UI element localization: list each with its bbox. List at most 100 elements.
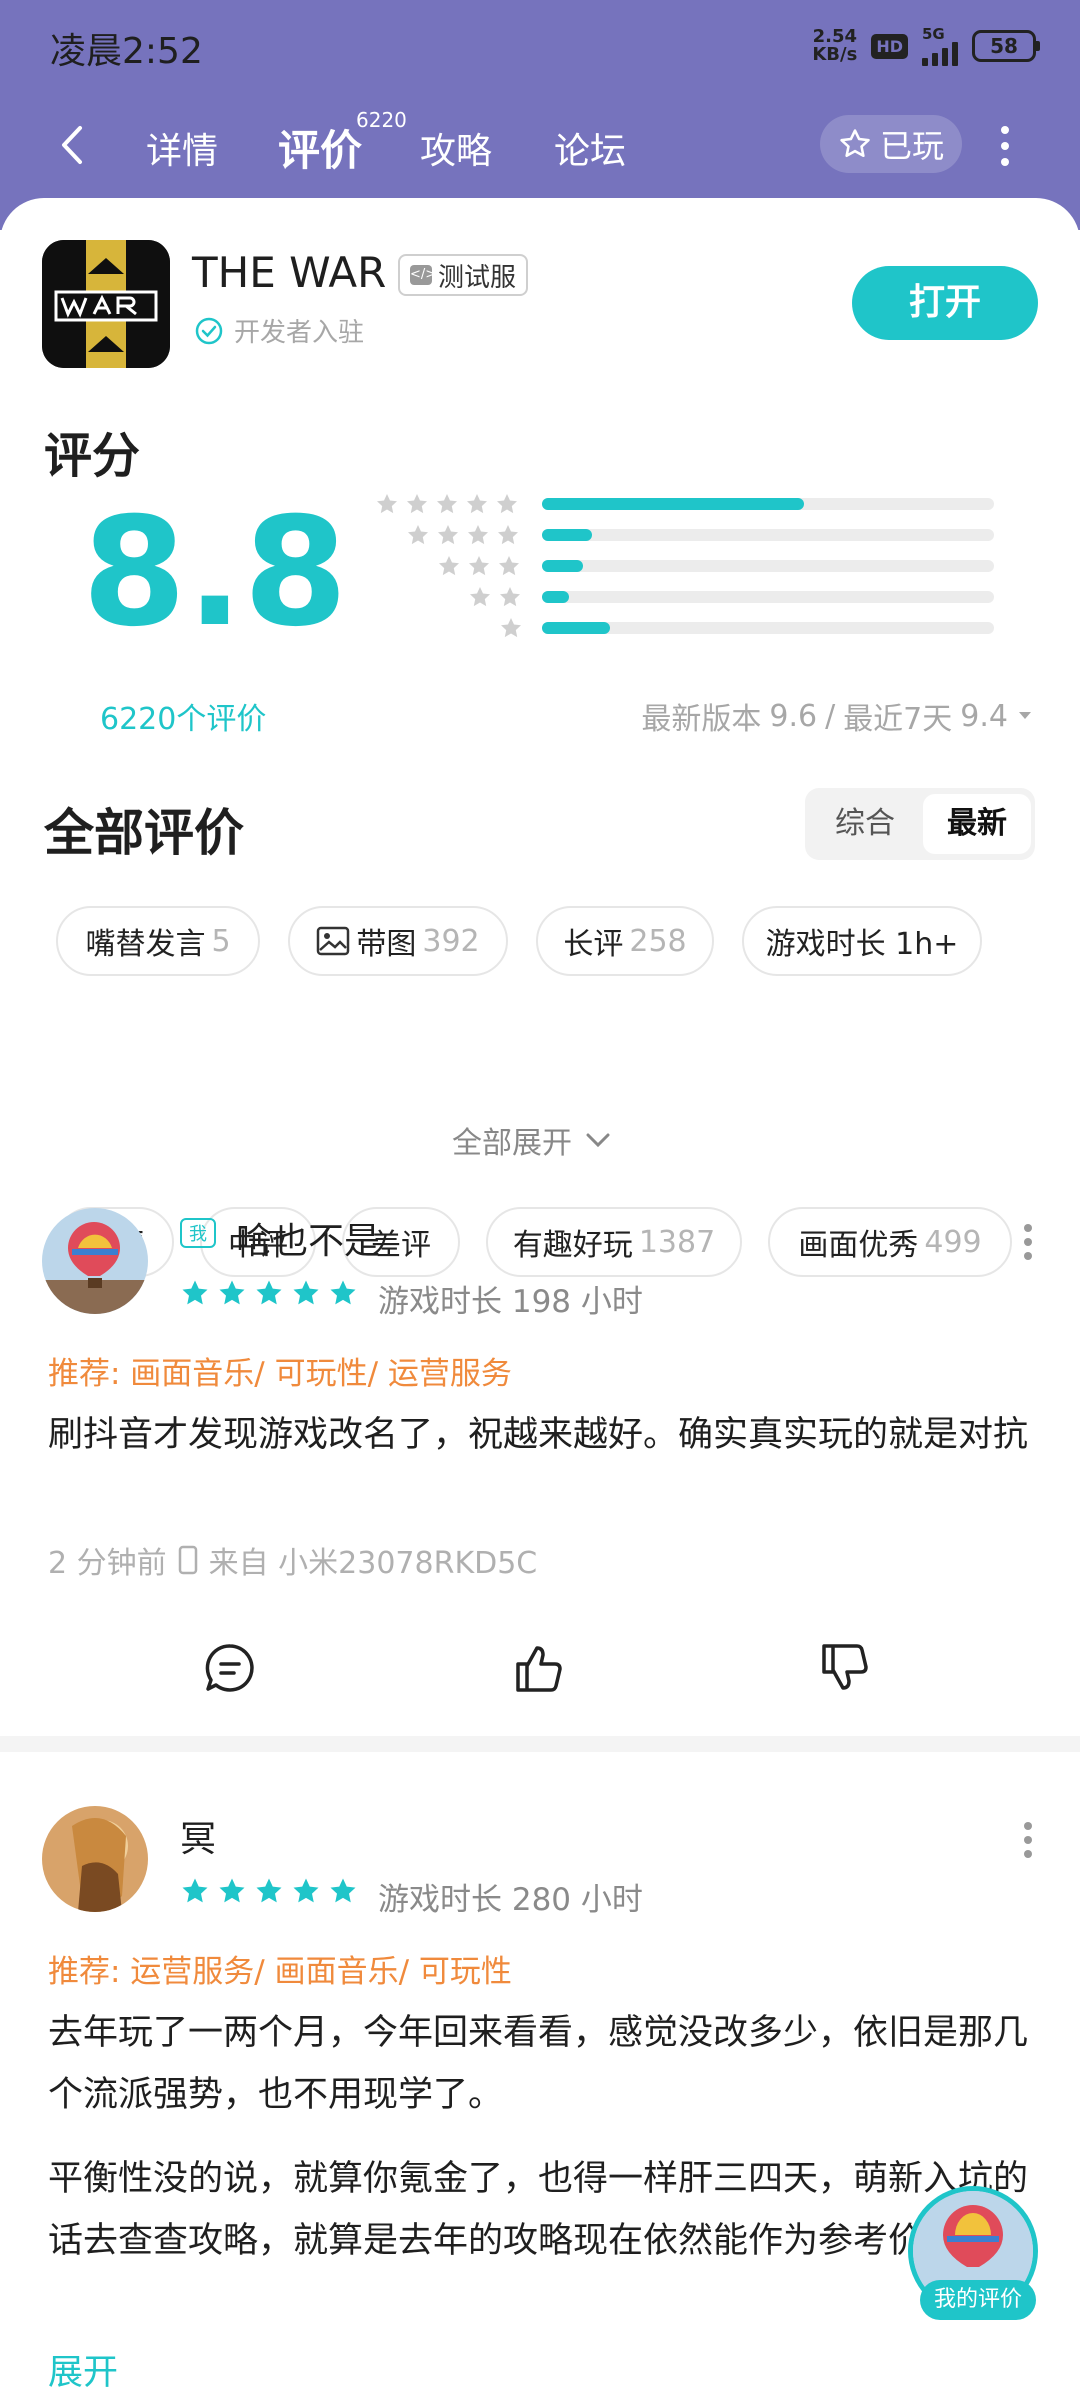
rating-title: 评分 bbox=[44, 428, 141, 484]
star-icon bbox=[182, 1280, 208, 1305]
chip-fun[interactable]: 有趣好玩 1387 bbox=[486, 1207, 742, 1277]
hd-icon: HD bbox=[871, 33, 908, 59]
distribution-bar bbox=[542, 591, 994, 603]
more-vertical-icon[interactable] bbox=[995, 122, 1015, 170]
network-speed: 2.54 KB/s bbox=[812, 26, 858, 65]
review-stars bbox=[180, 1876, 358, 1906]
sort-comprehensive[interactable]: 综合 bbox=[811, 794, 919, 854]
me-badge: 我 bbox=[180, 1218, 216, 1248]
star-icon bbox=[330, 1878, 356, 1903]
open-button[interactable]: 打开 bbox=[852, 266, 1038, 340]
distribution-row-1-star bbox=[350, 612, 1000, 644]
star-icon bbox=[377, 494, 397, 514]
expand-review-link[interactable]: 展开 bbox=[48, 2344, 118, 2395]
tab-forum[interactable]: 论坛 bbox=[554, 122, 626, 174]
app-icon[interactable] bbox=[42, 240, 170, 368]
sort-toggle: 综合 最新 bbox=[805, 788, 1035, 860]
tab-reviews[interactable]: 评价 bbox=[278, 117, 362, 178]
star-icon bbox=[497, 494, 517, 514]
review-playtime: 游戏时长 280 小时 bbox=[378, 1882, 643, 1918]
distribution-bar bbox=[542, 560, 994, 572]
comment-icon[interactable] bbox=[202, 1640, 258, 1696]
tab-details[interactable]: 详情 bbox=[146, 122, 218, 174]
battery-icon: 58 bbox=[972, 30, 1040, 62]
header: 凌晨2:52 2.54 KB/s HD 5G 58 详情 评价 6220 攻略 … bbox=[0, 0, 1080, 230]
nav-bar: 详情 评价 6220 攻略 论坛 已玩 bbox=[0, 100, 1080, 190]
image-icon bbox=[317, 926, 350, 956]
review-text: 刷抖音才发现游戏改名了，祝越来越好。确实真实玩的就是对抗 bbox=[48, 1415, 1029, 1455]
star-icon bbox=[468, 525, 488, 545]
avatar[interactable] bbox=[42, 1208, 148, 1314]
chip-long-review[interactable]: 长评 258 bbox=[536, 906, 714, 976]
review-more-icon[interactable] bbox=[1022, 1820, 1034, 1860]
distribution-fill bbox=[542, 560, 583, 572]
distribution-row-5-star bbox=[350, 488, 1000, 520]
star-icon bbox=[438, 525, 458, 545]
developer-verified: 开发者入驻 bbox=[194, 312, 364, 349]
chip-spokesperson[interactable]: 嘴替发言 5 bbox=[56, 906, 260, 976]
review-username[interactable]: 啥也不是 bbox=[236, 1212, 380, 1264]
review-tab-count: 6220 bbox=[356, 108, 407, 132]
star-icon bbox=[182, 1878, 208, 1903]
phone-icon bbox=[178, 1545, 197, 1575]
status-time: 凌晨2:52 bbox=[50, 31, 203, 72]
sort-latest[interactable]: 最新 bbox=[923, 794, 1031, 854]
all-reviews-title: 全部评价 bbox=[44, 804, 244, 862]
star-icon bbox=[498, 525, 518, 545]
back-arrow-icon[interactable] bbox=[50, 120, 100, 170]
avatar[interactable] bbox=[42, 1806, 148, 1912]
star-icon bbox=[256, 1878, 282, 1903]
distribution-fill bbox=[542, 622, 610, 634]
review-meta: 2 分钟前 来自 小米23078RKD5C bbox=[48, 1545, 538, 1581]
code-icon: </> bbox=[410, 265, 436, 285]
review-recommend: 推荐: 画面音乐/ 可玩性/ 运营服务 bbox=[48, 1356, 512, 1392]
star-outline-icon bbox=[840, 129, 870, 158]
content-sheet: THE WAR </> 测试服 开发者入驻 打开 评分 8.8 6220个评价 … bbox=[0, 198, 1080, 2401]
review-count: 6220个评价 bbox=[100, 702, 267, 737]
rating-score: 8.8 bbox=[82, 486, 348, 660]
played-button[interactable]: 已玩 bbox=[820, 115, 962, 173]
signal-icon: 5G bbox=[922, 26, 958, 66]
chip-playtime[interactable]: 游戏时长 1h+ bbox=[742, 906, 982, 976]
review-more-icon[interactable] bbox=[1022, 1222, 1034, 1262]
distribution-row-2-star bbox=[350, 581, 1000, 613]
app-name: THE WAR bbox=[192, 248, 387, 297]
star-icon bbox=[467, 494, 487, 514]
star-icon bbox=[407, 494, 427, 514]
star-icon bbox=[470, 587, 490, 607]
star-icon bbox=[408, 525, 428, 545]
status-indicators: 2.54 KB/s HD 5G 58 bbox=[812, 26, 1040, 66]
version-scores[interactable]: 最新版本 9.6 / 最近7天 9.4 bbox=[641, 694, 1034, 738]
review-username[interactable]: 冥 bbox=[180, 1810, 216, 1862]
thumbs-up-icon[interactable] bbox=[512, 1640, 568, 1696]
tab-guides[interactable]: 攻略 bbox=[420, 122, 492, 174]
star-icon bbox=[330, 1280, 356, 1305]
chip-with-images[interactable]: 带图 392 bbox=[288, 906, 508, 976]
expand-all-button[interactable]: 全部展开 bbox=[452, 1118, 612, 1162]
verified-check-icon bbox=[195, 317, 223, 344]
distribution-bar bbox=[542, 498, 994, 510]
status-bar: 凌晨2:52 2.54 KB/s HD 5G 58 bbox=[0, 0, 1080, 95]
review-paragraph: 平衡性没的说，就算你氪金了，也得一样肝三四天，萌新入坑的话去查查攻略，就算是去年… bbox=[48, 2159, 1038, 2261]
dropdown-caret-icon bbox=[1019, 712, 1031, 719]
star-icon bbox=[500, 587, 520, 607]
distribution-fill bbox=[542, 498, 805, 510]
chip-great-graphics[interactable]: 画面优秀 499 bbox=[768, 1207, 1012, 1277]
star-icon bbox=[501, 618, 521, 638]
review-paragraph: 去年玩了一两个月，今年回来看看，感觉没改多少，依旧是那几个流派强势，也不用现学了… bbox=[48, 2013, 1029, 2115]
test-server-badge: </> 测试服 bbox=[398, 254, 529, 296]
review-playtime: 游戏时长 198 小时 bbox=[378, 1284, 643, 1320]
star-icon bbox=[293, 1280, 319, 1305]
chevron-down-icon bbox=[586, 1133, 610, 1148]
star-icon bbox=[219, 1878, 245, 1903]
divider bbox=[0, 1736, 1080, 1752]
review-stars bbox=[180, 1278, 358, 1308]
distribution-row-4-star bbox=[350, 519, 1000, 551]
star-icon bbox=[437, 494, 457, 514]
star-icon bbox=[293, 1878, 319, 1903]
distribution-bar bbox=[542, 622, 994, 634]
my-review-label[interactable]: 我的评价 bbox=[920, 2280, 1037, 2320]
thumbs-down-icon[interactable] bbox=[818, 1640, 874, 1696]
distribution-fill bbox=[542, 529, 592, 541]
star-icon bbox=[219, 1280, 245, 1305]
